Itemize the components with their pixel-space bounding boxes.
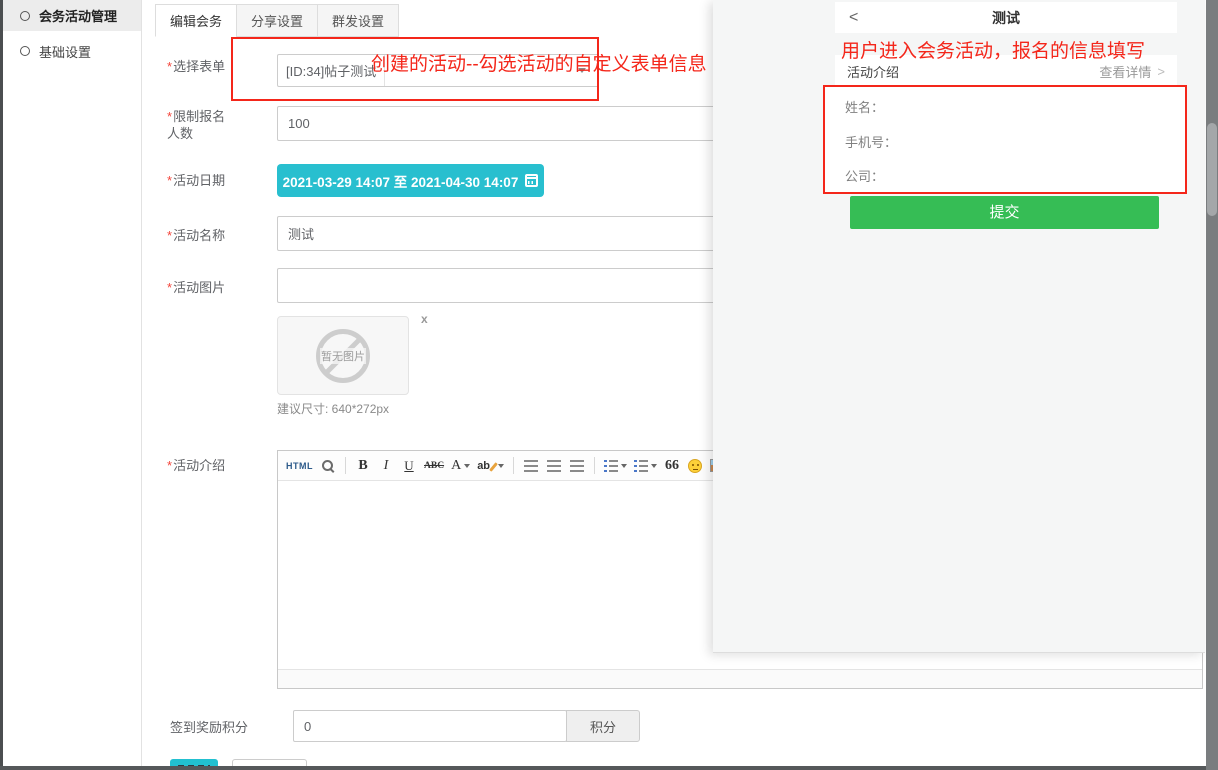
view-details-link[interactable]: 查看详情 > [1099, 62, 1165, 81]
tab-bar: 编辑会务 分享设置 群发设置 [155, 4, 399, 37]
toolbar-separator [345, 457, 346, 474]
circle-bullet-icon [20, 11, 30, 21]
chevron-down-icon [464, 464, 470, 468]
window-border-left [0, 0, 3, 770]
preview-header: < 测试 [835, 2, 1177, 33]
unordered-list-button[interactable] [631, 454, 660, 478]
select-form-value: [ID:34]帖子测试 [278, 55, 385, 86]
field-label-name: *活动名称 [167, 227, 267, 244]
preview-button[interactable] [317, 454, 339, 478]
field-label-image: *活动图片 [167, 279, 267, 296]
submit-button[interactable]: 提交 [850, 196, 1159, 229]
sidebar-item-basic-settings[interactable]: 基础设置 [3, 31, 141, 71]
editor-statusbar [278, 669, 1202, 688]
preview-intro-bar: 活动介绍 查看详情 > [835, 55, 1177, 88]
required-mark: * [167, 59, 172, 74]
preview-intro-label: 活动介绍 [847, 62, 899, 81]
required-mark: * [167, 228, 172, 243]
scrollbar-thumb[interactable] [1207, 123, 1217, 216]
calendar-icon [525, 174, 538, 187]
field-label-select-form: *选择表单 [167, 58, 267, 75]
circle-bullet-icon [20, 46, 30, 56]
html-source-button[interactable]: HTML [283, 454, 316, 478]
chevron-right-icon: > [1157, 64, 1165, 79]
magnifier-icon [321, 459, 335, 473]
emoji-button[interactable] [684, 454, 706, 478]
unordered-list-icon [634, 460, 648, 472]
points-input[interactable] [293, 710, 567, 742]
align-center-button[interactable] [543, 454, 565, 478]
sidebar-item-label: 会务活动管理 [39, 6, 117, 25]
remove-image-button[interactable]: x [421, 312, 428, 326]
field-label-limit: *限制报名人数 [167, 108, 229, 142]
preview-field-company: 公司： [845, 166, 884, 185]
required-mark: * [167, 280, 172, 295]
align-right-button[interactable] [566, 454, 588, 478]
field-label-intro: *活动介绍 [167, 457, 267, 474]
align-right-icon [570, 460, 584, 472]
preview-signup-card: 姓名： 手机号： 公司： [825, 87, 1187, 193]
scrollbar-track[interactable] [1206, 0, 1218, 770]
emoji-icon [688, 459, 702, 473]
app-window: 会务活动管理 基础设置 编辑会务 分享设置 群发设置 *选择表单 [ID:34]… [0, 0, 1218, 770]
chevron-down-icon [651, 464, 657, 468]
date-range-value: 2021-03-29 14:07 至 2021-04-30 14:07 [283, 171, 519, 191]
tab-share-settings[interactable]: 分享设置 [236, 4, 318, 37]
sidebar: 会务活动管理 基础设置 [3, 0, 142, 766]
required-mark: * [167, 109, 172, 124]
required-mark: * [167, 458, 172, 473]
align-center-icon [547, 460, 561, 472]
toolbar-separator [594, 457, 595, 474]
select-form-dropdown[interactable]: [ID:34]帖子测试 [277, 54, 599, 87]
ordered-list-icon [604, 460, 618, 472]
bold-button[interactable]: B [352, 454, 374, 478]
font-color-button[interactable]: A [448, 454, 473, 478]
no-image-text: 暂无图片 [320, 348, 366, 364]
preview-field-phone: 手机号： [845, 132, 897, 151]
chevron-down-icon [498, 464, 504, 468]
highlight-color-button[interactable]: ab [474, 454, 507, 478]
sidebar-item-conference-management[interactable]: 会务活动管理 [3, 0, 141, 31]
window-border-bottom [0, 766, 1218, 770]
image-size-hint: 建议尺寸: 640*272px [277, 400, 389, 417]
chevron-down-icon [578, 68, 586, 73]
preview-field-name: 姓名： [845, 97, 884, 116]
strikethrough-button[interactable]: ABC [421, 454, 447, 478]
italic-button[interactable]: I [375, 454, 397, 478]
field-label-date: *活动日期 [167, 172, 267, 189]
align-left-button[interactable] [520, 454, 542, 478]
chevron-down-icon [621, 464, 627, 468]
date-range-button[interactable]: 2021-03-29 14:07 至 2021-04-30 14:07 [277, 164, 544, 197]
tab-edit-conference[interactable]: 编辑会务 [155, 4, 237, 37]
align-left-icon [524, 460, 538, 472]
toolbar-separator [513, 457, 514, 474]
field-label-points: 签到奖励积分 [170, 719, 280, 736]
tab-broadcast-settings[interactable]: 群发设置 [317, 4, 399, 37]
required-mark: * [167, 173, 172, 188]
ordered-list-button[interactable] [601, 454, 630, 478]
blockquote-button[interactable]: 66 [661, 454, 683, 478]
preview-title: 测试 [835, 8, 1177, 28]
mobile-preview-panel: < 测试 活动介绍 查看详情 > 姓名： 手机号： 公司： 提交 [713, 0, 1205, 653]
image-thumbnail-placeholder[interactable]: 暂无图片 [277, 316, 409, 395]
points-unit-addon: 积分 [566, 710, 640, 742]
underline-button[interactable]: U [398, 454, 420, 478]
sidebar-item-label: 基础设置 [39, 42, 91, 61]
